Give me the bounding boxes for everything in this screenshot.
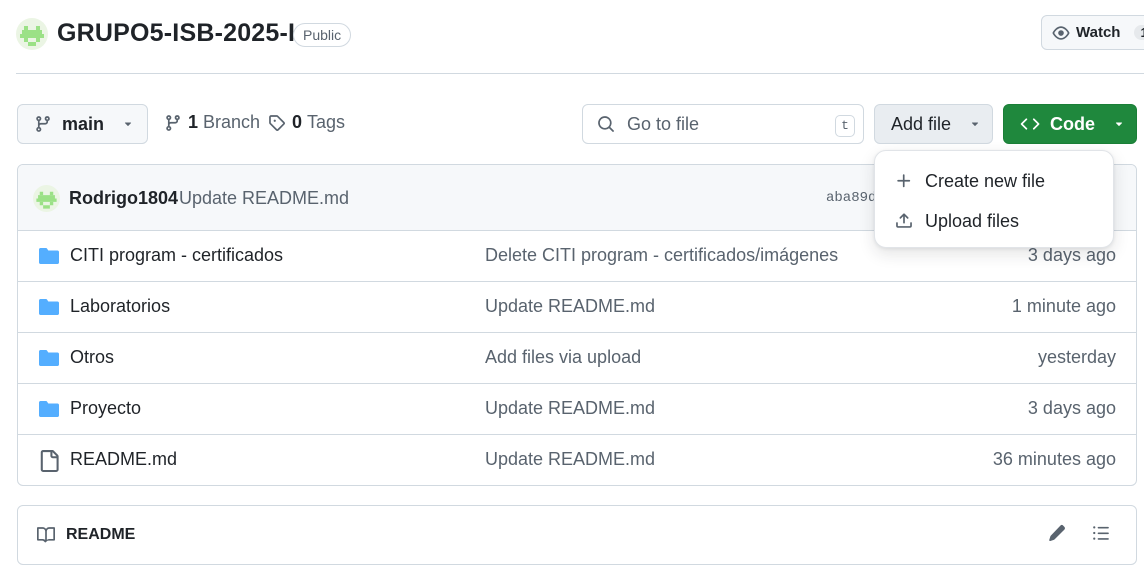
menu-item-label: Upload files xyxy=(925,210,1020,231)
tag-icon xyxy=(268,114,286,132)
table-row[interactable]: README.md Update README.md 36 minutes ag… xyxy=(18,435,1136,485)
file-name[interactable]: Proyecto xyxy=(70,398,141,419)
commit-author[interactable]: Rodrigo1804 xyxy=(69,188,178,209)
chevron-down-icon xyxy=(122,118,134,130)
commit-message[interactable]: Update README.md xyxy=(179,188,349,209)
book-icon xyxy=(36,526,56,544)
branch-selector[interactable]: main xyxy=(17,104,148,144)
file-name[interactable]: Laboratorios xyxy=(70,296,170,317)
file-icon xyxy=(38,450,60,472)
file-commit-message[interactable]: Update README.md xyxy=(485,296,655,317)
table-row[interactable]: Laboratorios Update README.md 1 minute a… xyxy=(18,282,1136,333)
add-file-button[interactable]: Add file xyxy=(874,104,993,144)
repo-title[interactable]: GRUPO5-ISB-2025-I xyxy=(57,19,295,48)
file-name[interactable]: Otros xyxy=(70,347,114,368)
add-file-menu: Create new file Upload files xyxy=(874,150,1114,248)
file-date: 36 minutes ago xyxy=(992,449,1116,469)
folder-icon xyxy=(38,348,60,368)
watch-count: 1 xyxy=(1134,25,1144,40)
tags-link[interactable]: 0 Tags xyxy=(268,112,345,133)
commit-author-avatar[interactable] xyxy=(33,185,60,212)
readme-actions xyxy=(1048,524,1110,542)
file-name[interactable]: CITI program - certificados xyxy=(70,245,283,266)
tags-label: Tags xyxy=(307,112,346,132)
code-icon xyxy=(1020,115,1040,133)
file-date: 3 days ago xyxy=(1027,245,1116,265)
table-row[interactable]: Proyecto Update README.md 3 days ago xyxy=(18,384,1136,435)
git-branch-icon xyxy=(164,114,182,132)
search-input[interactable] xyxy=(625,112,815,136)
file-commit-message[interactable]: Update README.md xyxy=(485,398,655,419)
visibility-badge: Public xyxy=(293,23,352,47)
file-name[interactable]: README.md xyxy=(70,449,177,470)
pencil-icon[interactable] xyxy=(1048,524,1066,542)
eye-icon xyxy=(1052,24,1070,42)
folder-icon xyxy=(38,399,60,419)
file-commit-message[interactable]: Add files via upload xyxy=(485,347,641,368)
shortcut-hint: t xyxy=(835,115,855,137)
git-branch-icon xyxy=(34,115,52,133)
readme-panel xyxy=(17,505,1137,565)
branch-name: main xyxy=(62,113,105,134)
readme-title[interactable]: README xyxy=(66,526,135,544)
menu-item-create-new-file[interactable]: Create new file xyxy=(875,161,1113,201)
watch-button[interactable]: Watch 1 xyxy=(1041,15,1144,50)
add-file-label: Add file xyxy=(891,113,952,134)
plus-icon xyxy=(895,172,913,190)
header-divider xyxy=(16,73,1144,74)
chevron-down-icon xyxy=(1113,118,1125,130)
commit-sha[interactable]: aba89d xyxy=(826,190,876,206)
table-row[interactable]: Otros Add files via upload yesterday xyxy=(18,333,1136,384)
file-commit-message[interactable]: Delete CITI program - certificados/imáge… xyxy=(485,245,838,266)
menu-item-upload-files[interactable]: Upload files xyxy=(875,201,1113,241)
file-date: 3 days ago xyxy=(1027,398,1116,418)
owner-avatar[interactable] xyxy=(16,18,48,50)
chevron-down-icon xyxy=(969,118,981,130)
readme-header: README xyxy=(36,526,135,544)
folder-icon xyxy=(38,246,60,266)
file-commit-message[interactable]: Update README.md xyxy=(485,449,655,470)
go-to-file-search[interactable]: t xyxy=(582,104,864,144)
code-label: Code xyxy=(1050,113,1095,134)
folder-icon xyxy=(38,297,60,317)
tags-count: 0 xyxy=(292,112,303,132)
code-button[interactable]: Code xyxy=(1003,104,1137,144)
search-icon xyxy=(597,115,615,133)
watch-label: Watch xyxy=(1076,24,1121,41)
menu-item-label: Create new file xyxy=(925,170,1046,191)
branches-count: 1 xyxy=(188,112,199,132)
list-icon[interactable] xyxy=(1092,524,1110,542)
file-date: yesterday xyxy=(1037,347,1116,367)
file-date: 1 minute ago xyxy=(1011,296,1116,316)
branches-link[interactable]: 1 Branch xyxy=(164,112,260,133)
branches-label: Branch xyxy=(203,112,261,132)
upload-icon xyxy=(895,212,913,230)
